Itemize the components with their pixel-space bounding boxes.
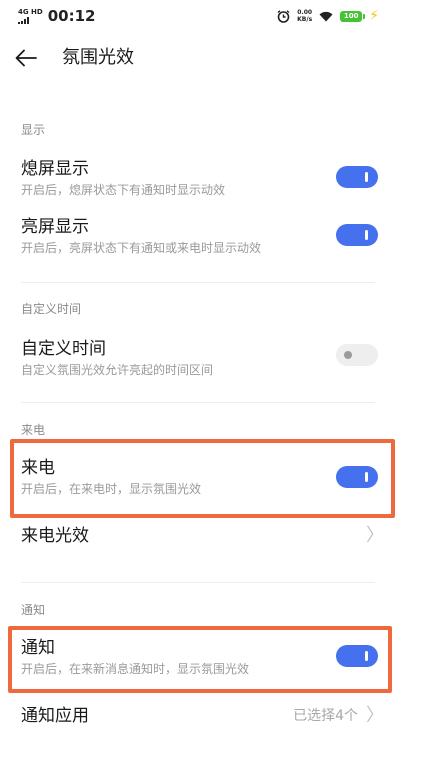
back-button[interactable] xyxy=(10,42,42,74)
title-bar: 氛围光效 xyxy=(0,40,435,76)
alarm-icon xyxy=(277,9,290,23)
section-divider xyxy=(21,282,375,283)
section-header-display: 显示 xyxy=(21,123,46,137)
custom-time-title: 自定义时间 xyxy=(21,339,106,359)
charging-icon: ⚡ xyxy=(369,8,379,24)
wifi-icon xyxy=(319,11,333,21)
screen-off-display-title: 熄屏显示 xyxy=(21,159,89,179)
screen-on-display-subtitle: 开启后，亮屏状态下有通知或来电时显示动效 xyxy=(21,241,262,255)
toggle-knob xyxy=(365,172,368,182)
network-indicator: 4G HD xyxy=(18,8,43,24)
notification-subtitle: 开启后，在来新消息通知时，显示氛围光效 xyxy=(21,662,250,676)
incoming-call-effect-row[interactable]: 来电光效 xyxy=(21,522,381,550)
custom-time-subtitle: 自定义氛围光效允许亮起的时间区间 xyxy=(21,363,214,377)
section-header-incoming-call: 来电 xyxy=(21,423,46,437)
notification-apps-value: 已选择4个 xyxy=(293,708,358,724)
notification-toggle[interactable] xyxy=(336,645,378,667)
incoming-call-toggle[interactable] xyxy=(336,466,378,488)
status-time: 00:12 xyxy=(47,7,96,25)
custom-time-toggle[interactable] xyxy=(336,344,378,366)
screen-off-display-row[interactable]: 熄屏显示 开启后，熄屏状态下有通知时显示动效 xyxy=(21,157,381,199)
section-header-notification: 通知 xyxy=(21,603,46,617)
screen-on-display-row[interactable]: 亮屏显示 开启后，亮屏状态下有通知或来电时显示动效 xyxy=(21,215,381,257)
section-divider xyxy=(21,402,375,403)
speed-value: 0.00 xyxy=(297,9,313,16)
signal-icon xyxy=(18,17,29,24)
status-right: 0.00 KB/s 100 ⚡ xyxy=(277,6,379,26)
back-arrow-icon xyxy=(15,49,37,67)
custom-time-row[interactable]: 自定义时间 自定义氛围光效允许亮起的时间区间 xyxy=(21,337,381,379)
section-divider xyxy=(21,582,375,583)
toggle-knob xyxy=(365,472,368,482)
screen-off-display-subtitle: 开启后，熄屏状态下有通知时显示动效 xyxy=(21,183,226,197)
incoming-call-row[interactable]: 来电 开启后，在来电时，显示氛围光效 xyxy=(21,456,381,498)
section-header-custom-time: 自定义时间 xyxy=(21,302,82,316)
incoming-call-title: 来电 xyxy=(21,458,55,478)
screen-off-display-toggle[interactable] xyxy=(336,166,378,188)
battery-level: 100 xyxy=(343,12,359,20)
network-type: 4G HD xyxy=(18,8,43,16)
screen-on-display-title: 亮屏显示 xyxy=(21,217,89,237)
toggle-knob xyxy=(365,651,368,661)
toggle-knob xyxy=(344,351,352,359)
chevron-right-icon: 〉 xyxy=(366,705,384,726)
chevron-right-icon: 〉 xyxy=(366,525,384,546)
incoming-call-subtitle: 开启后，在来电时，显示氛围光效 xyxy=(21,482,202,496)
screen-on-display-toggle[interactable] xyxy=(336,224,378,246)
network-speed: 0.00 KB/s xyxy=(297,9,312,23)
toggle-knob xyxy=(365,230,368,240)
status-left: 4G HD 00:12 xyxy=(18,6,95,26)
battery-icon: 100 xyxy=(340,10,366,22)
status-bar: 4G HD 00:12 0.00 KB/s 100 ⚡ xyxy=(0,0,435,32)
speed-unit: KB/s xyxy=(297,16,313,23)
notification-row[interactable]: 通知 开启后，在来新消息通知时，显示氛围光效 xyxy=(21,636,381,678)
incoming-call-effect-title: 来电光效 xyxy=(21,526,89,546)
notification-title: 通知 xyxy=(21,638,55,658)
page-title: 氛围光效 xyxy=(62,47,134,68)
